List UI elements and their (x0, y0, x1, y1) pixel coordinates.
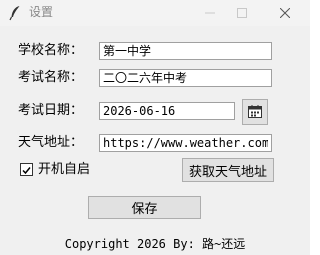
close-icon (280, 8, 290, 18)
window-title: 设置 (29, 5, 54, 19)
exam-date-field[interactable] (99, 102, 235, 120)
title-bar[interactable]: 设置 (0, 0, 310, 26)
autostart-checkbox[interactable] (20, 163, 33, 176)
exam-date-input[interactable] (103, 103, 231, 119)
exam-name-label: 考试名称： (18, 70, 84, 85)
school-name-label: 学校名称： (18, 43, 84, 58)
checkmark-icon (22, 160, 31, 179)
calendar-icon (248, 103, 262, 122)
calendar-button[interactable] (242, 99, 268, 125)
exam-date-label: 考试日期： (18, 103, 84, 118)
weather-url-input[interactable] (103, 135, 268, 151)
maximize-icon (237, 8, 247, 18)
autostart-label[interactable]: 开机自启 (38, 162, 90, 178)
copyright-text: Copyright 2026 By: 路~还远 (64, 237, 246, 251)
settings-form: 学校名称： 考试名称： 考试日期： 天气地址： (0, 26, 310, 255)
exam-name-input[interactable] (103, 70, 268, 86)
weather-url-field[interactable] (99, 134, 272, 152)
maximize-button[interactable] (222, 0, 262, 26)
minimize-icon (205, 8, 215, 18)
feather-icon (9, 5, 21, 21)
school-name-field[interactable] (99, 42, 272, 60)
weather-url-label: 天气地址： (18, 135, 84, 150)
fetch-weather-url-button[interactable]: 获取天气地址 (182, 158, 274, 182)
close-button[interactable] (265, 0, 305, 26)
exam-name-field[interactable] (99, 69, 272, 87)
save-button[interactable]: 保存 (88, 196, 201, 219)
school-name-input[interactable] (103, 43, 268, 59)
